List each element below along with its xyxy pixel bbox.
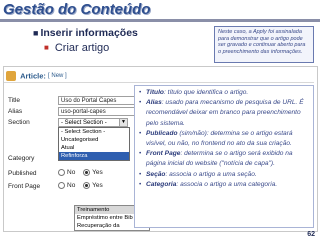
alias-label: Alias — [8, 108, 23, 115]
published-yes-radio[interactable] — [83, 169, 91, 176]
section-option[interactable]: Uncategorised — [59, 136, 129, 144]
explanation-item: Front Page: determina se o artigo será e… — [139, 149, 309, 169]
section-select-value: - Select Section - — [61, 120, 107, 126]
page-number: 62 — [307, 231, 315, 238]
section-option-selected[interactable]: Refinforza — [59, 152, 129, 160]
explanation-term: Título — [146, 89, 164, 96]
explanation-item: Publicado (sim/não): determina se o arti… — [139, 129, 309, 149]
explanation-item: Alias: usado para mecanismo de pesquisa … — [139, 98, 309, 129]
section-option[interactable]: - Select Section - — [59, 128, 129, 136]
explanation-term: Publicado — [146, 129, 178, 137]
alias-input[interactable]: uso-portal-capes — [58, 107, 136, 116]
explanation-text: : associa o artigo a uma seção. — [165, 170, 257, 178]
published-yes-label: Yes — [92, 169, 103, 177]
article-new-tag: [ New ] — [48, 73, 67, 80]
frontpage-no-radio[interactable] — [58, 182, 65, 189]
explanation-item: Categoria: associa o artigo a uma catego… — [139, 180, 309, 190]
category-label: Category — [8, 155, 35, 162]
article-icon — [6, 71, 16, 82]
bullet-level2: ■ Criar artigo — [44, 42, 109, 54]
explanation-text: : título que identifica o artigo. — [163, 89, 249, 96]
field-explanations: Título: título que identifica o artigo. … — [134, 85, 314, 228]
article-label: Article: — [20, 71, 46, 81]
slide-title: Gestão do Conteúdo — [3, 1, 151, 18]
frontpage-radio-group: No Yes — [52, 182, 103, 189]
explanation-term: Front Page — [146, 150, 181, 158]
explanation-term: Alias — [146, 99, 162, 107]
explanation-item: Título: título que identifica o artigo. — [139, 88, 309, 98]
explanation-text: : associa o artigo a uma categoria. — [176, 180, 278, 188]
explanation-term: Categoria — [146, 180, 177, 188]
published-label: Published — [8, 170, 37, 177]
published-no-label: No — [67, 169, 76, 177]
published-radio-group: No Yes — [52, 169, 103, 176]
bullet-level2-text: Criar artigo — [54, 42, 110, 54]
bullet-level1: ■ Inserir informações — [33, 27, 138, 39]
section-label: Section — [8, 119, 30, 126]
section-option[interactable]: Atual — [59, 144, 129, 152]
square-bullet-icon: ■ — [33, 28, 39, 38]
frontpage-yes-radio[interactable] — [83, 182, 91, 189]
title-label: Title — [8, 97, 21, 104]
frontpage-yes-label: Yes — [92, 182, 103, 190]
header-divider — [4, 82, 314, 83]
chevron-down-icon: ▼ — [119, 119, 127, 126]
section-dropdown: - Select Section - Uncategorised Atual R… — [58, 127, 130, 161]
title-input[interactable]: Uso do Portal Capes — [58, 96, 136, 105]
bullet-level1-text: Inserir informações — [40, 27, 138, 39]
section-select[interactable]: - Select Section - ▼ — [58, 118, 128, 127]
red-square-bullet-icon: ■ — [44, 43, 49, 52]
explanation-text: : usado para mecanismo de pesquisa de UR… — [146, 99, 304, 127]
published-no-radio[interactable] — [58, 169, 65, 176]
callout-note: Neste caso, a Apply foi assinalada para … — [214, 26, 314, 63]
explanation-term: Seção — [146, 170, 166, 178]
explanation-item: Seção: associa o artigo a uma seção. — [139, 170, 309, 180]
frontpage-no-label: No — [67, 182, 76, 190]
frontpage-label: Front Page — [8, 183, 41, 190]
title-underline — [0, 19, 320, 22]
